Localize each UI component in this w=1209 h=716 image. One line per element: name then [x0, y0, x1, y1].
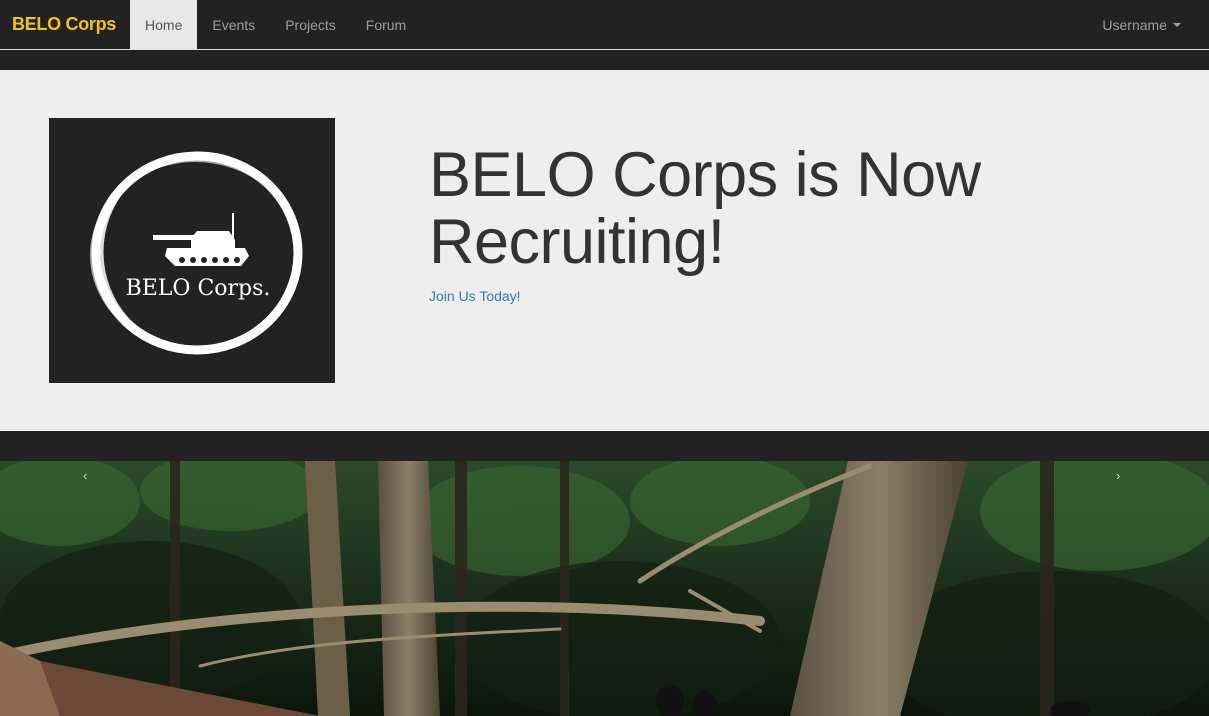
belo-logo-graphic: BELO Corps.	[49, 118, 335, 383]
nav-item-forum[interactable]: Forum	[351, 0, 421, 49]
jumbotron: BELO Corps. BELO Corps is Now Recruiting…	[0, 70, 1209, 431]
brand-link[interactable]: BELO Corps	[0, 0, 130, 49]
navbar: BELO Corps Home Events Projects Forum Us…	[0, 0, 1209, 50]
caret-down-icon	[1173, 22, 1181, 27]
user-menu-dropdown[interactable]: Username	[1087, 0, 1209, 49]
join-us-link[interactable]: Join Us Today!	[429, 288, 521, 304]
nav-item-projects[interactable]: Projects	[270, 0, 351, 49]
user-menu-label: Username	[1102, 16, 1167, 33]
logo-text: BELO Corps.	[126, 276, 271, 301]
page-title: BELO Corps is Now Recruiting!	[429, 140, 981, 277]
nav-item-events[interactable]: Events	[197, 0, 270, 49]
nav-item-home[interactable]: Home	[130, 0, 198, 49]
forest-photo	[0, 461, 1209, 716]
image-carousel: ‹ ›	[0, 461, 1209, 716]
chevron-left-icon[interactable]: ‹	[83, 469, 87, 482]
logo-image: BELO Corps.	[49, 118, 335, 383]
chevron-right-icon[interactable]: ›	[1116, 469, 1120, 482]
